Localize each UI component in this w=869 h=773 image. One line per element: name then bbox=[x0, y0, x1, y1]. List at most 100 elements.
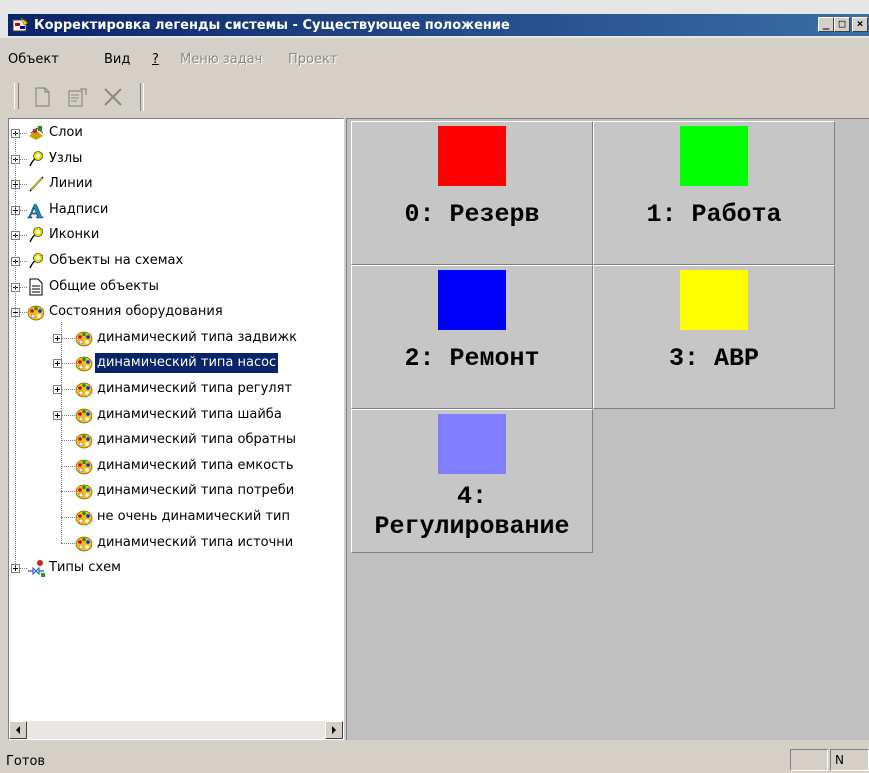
tree-node[interactable]: Состояния оборудования bbox=[9, 302, 343, 322]
menu-tasks[interactable]: Меню задач bbox=[180, 52, 262, 67]
status-pane-mode: N bbox=[830, 749, 869, 771]
tree-connector bbox=[61, 389, 75, 390]
tree-connector bbox=[19, 312, 27, 314]
tree-node-label[interactable]: динамический типа источни bbox=[95, 533, 295, 553]
tree-node-label[interactable]: динамический типа обратны bbox=[95, 430, 298, 450]
menu-project[interactable]: Проект bbox=[288, 52, 337, 67]
palette-icon bbox=[27, 305, 45, 321]
legend-color-swatch bbox=[438, 270, 506, 330]
tree-connector bbox=[61, 491, 75, 493]
tree-node[interactable]: A Надписи bbox=[9, 200, 343, 220]
legend-item[interactable]: 2: Ремонт bbox=[351, 265, 593, 409]
tree-node[interactable]: Общие объекты bbox=[9, 277, 343, 297]
tree-node-label[interactable]: динамический типа потреби bbox=[95, 481, 296, 501]
tree-node-label[interactable]: Линии bbox=[47, 174, 95, 194]
tree-node[interactable]: Иконки bbox=[9, 225, 343, 245]
tree-node[interactable]: не очень динамический тип bbox=[9, 507, 343, 527]
tree-node[interactable]: Типы схем bbox=[9, 558, 343, 578]
tree-connector bbox=[61, 337, 75, 339]
title-bar[interactable]: Корректировка легенды системы - Существу… bbox=[0, 0, 869, 38]
palette-icon bbox=[75, 485, 93, 500]
tree-node-label[interactable]: Общие объекты bbox=[47, 277, 161, 297]
tree-node-label[interactable]: Иконки bbox=[47, 225, 101, 245]
legend-panel: 0: Резерв 1: Работа 2: Ремонт 3: АВР 4: Регу… bbox=[346, 118, 869, 740]
tree-node[interactable]: Слои bbox=[9, 123, 343, 143]
tree-connector bbox=[61, 517, 75, 518]
palette-icon bbox=[75, 357, 93, 372]
status-bar: Готов N bbox=[0, 744, 869, 773]
tree-node[interactable]: Объекты на схемах bbox=[9, 251, 343, 271]
minimize-button[interactable]: _ bbox=[818, 17, 834, 32]
maximize-button[interactable]: □ bbox=[834, 17, 850, 32]
tree-node-label[interactable]: Объекты на схемах bbox=[47, 251, 185, 271]
palette-icon bbox=[75, 459, 93, 475]
menu-help[interactable]: ? bbox=[152, 52, 159, 67]
tree-connector bbox=[19, 235, 27, 237]
menu-bar: Объект Вид ? Меню задач Проект bbox=[0, 38, 869, 76]
tree-panel[interactable]: Слои Узлы Линии A Надписи Иконки Объекты на сх… bbox=[8, 118, 344, 740]
legend-item[interactable]: 3: АВР bbox=[593, 265, 835, 409]
node-icon bbox=[29, 227, 43, 243]
legend-color-swatch bbox=[680, 126, 748, 186]
palette-icon bbox=[75, 331, 93, 347]
tree-node[interactable]: динамический типа регулят bbox=[9, 379, 343, 399]
tree-connector bbox=[61, 465, 75, 467]
tree-node-label[interactable]: Состояния оборудования bbox=[47, 302, 225, 322]
tree-connector bbox=[61, 440, 75, 442]
horizontal-scrollbar[interactable] bbox=[9, 721, 343, 739]
toolbar bbox=[0, 76, 869, 116]
tree-node[interactable]: Линии bbox=[9, 174, 343, 194]
legend-color-swatch bbox=[438, 126, 506, 186]
tree-connector bbox=[19, 133, 27, 134]
tree-node[interactable]: динамический типа насос bbox=[9, 352, 343, 375]
legend-item[interactable]: 1: Работа bbox=[593, 121, 835, 265]
tree-node-label[interactable]: Типы схем bbox=[47, 558, 123, 578]
line-icon bbox=[29, 176, 44, 192]
delete-icon[interactable] bbox=[102, 86, 124, 108]
legend-item[interactable]: 0: Резерв bbox=[351, 121, 593, 265]
tree-view[interactable]: Слои Узлы Линии A Надписи Иконки Объекты на сх… bbox=[9, 119, 343, 721]
tree-node-label[interactable]: динамический типа регулят bbox=[95, 379, 294, 399]
scroll-right-button[interactable] bbox=[325, 721, 343, 739]
palette-icon bbox=[75, 510, 93, 526]
tree-node-label[interactable]: динамический типа насос bbox=[93, 352, 280, 375]
legend-label: 0: Резерв bbox=[404, 200, 540, 229]
toolbar-grip[interactable] bbox=[14, 83, 19, 109]
tree-connector bbox=[19, 184, 27, 186]
new-document-icon[interactable] bbox=[32, 86, 54, 108]
scroll-left-button[interactable] bbox=[9, 721, 27, 739]
tree-node-label[interactable]: динамический типа емкость bbox=[95, 456, 295, 476]
tree-node-label[interactable]: Узлы bbox=[47, 149, 84, 169]
schema-types-icon bbox=[28, 560, 45, 578]
tree-node-label[interactable]: динамический типа шайба bbox=[95, 405, 284, 425]
tree-node[interactable]: динамический типа емкость bbox=[9, 456, 343, 476]
tree-node[interactable]: динамический типа шайба bbox=[9, 405, 343, 425]
arrow-right-icon bbox=[332, 726, 336, 734]
tree-connector bbox=[19, 286, 27, 288]
svg-text:A: A bbox=[27, 201, 43, 219]
properties-icon[interactable] bbox=[66, 86, 88, 108]
window-title: Корректировка легенды системы - Существу… bbox=[34, 18, 510, 33]
tree-node[interactable]: Узлы bbox=[9, 149, 343, 169]
tree-connector bbox=[61, 414, 75, 416]
legend-item[interactable]: 4: Регулирование bbox=[351, 409, 593, 553]
tree-node-label[interactable]: Надписи bbox=[47, 200, 110, 220]
tree-connector bbox=[61, 363, 75, 365]
tree-connector bbox=[19, 158, 27, 160]
arrow-left-icon bbox=[16, 726, 20, 734]
tree-node-label[interactable]: Слои bbox=[47, 123, 85, 143]
legend-color-swatch bbox=[680, 270, 748, 330]
tree-node[interactable]: динамический типа источни bbox=[9, 533, 343, 553]
menu-object[interactable]: Объект bbox=[8, 52, 59, 67]
tree-node[interactable]: динамический типа обратны bbox=[9, 430, 343, 450]
menu-view[interactable]: Вид bbox=[104, 52, 130, 67]
tree-node[interactable]: динамический типа задвижк bbox=[9, 328, 343, 348]
app-icon bbox=[12, 17, 29, 32]
tree-node-label[interactable]: динамический типа задвижк bbox=[95, 328, 299, 348]
palette-icon bbox=[75, 382, 93, 398]
tree-node-label[interactable]: не очень динамический тип bbox=[95, 507, 292, 527]
tree-connector bbox=[15, 133, 16, 569]
tree-node[interactable]: динамический типа потреби bbox=[9, 481, 343, 501]
tree-connector bbox=[61, 322, 62, 543]
close-button[interactable]: × bbox=[852, 17, 868, 32]
